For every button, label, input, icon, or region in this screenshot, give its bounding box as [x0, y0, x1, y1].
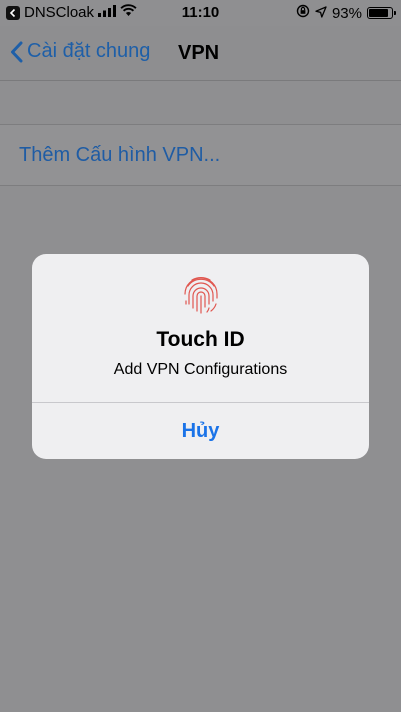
back-button-label: Cài đặt chung [27, 40, 151, 62]
chevron-left-icon [11, 41, 23, 62]
back-button[interactable]: Cài đặt chung [10, 40, 150, 63]
screen: DNSCloak 11:10 93% Cài đặt chung VPN Thê… [0, 0, 401, 712]
battery-icon [367, 7, 396, 19]
page-title: VPN [178, 42, 220, 64]
battery-fill [369, 9, 388, 17]
cancel-button[interactable]: Hủy [32, 403, 369, 459]
status-bar: DNSCloak 11:10 93% [0, 0, 401, 26]
status-right: 93% [296, 4, 396, 22]
nav-bar: Cài đặt chung VPN [0, 26, 401, 81]
location-arrow-icon [315, 5, 327, 22]
add-vpn-row[interactable]: Thêm Cấu hình VPN... [0, 124, 401, 186]
add-vpn-label: Thêm Cấu hình VPN... [19, 144, 221, 166]
fingerprint-icon [184, 276, 218, 314]
orientation-lock-icon [296, 4, 310, 22]
touch-id-dialog: Touch ID Add VPN Configurations Hủy [32, 254, 369, 459]
dialog-title: Touch ID [156, 328, 245, 351]
dialog-message: Add VPN Configurations [113, 361, 288, 378]
battery-percent: 93% [331, 4, 362, 22]
